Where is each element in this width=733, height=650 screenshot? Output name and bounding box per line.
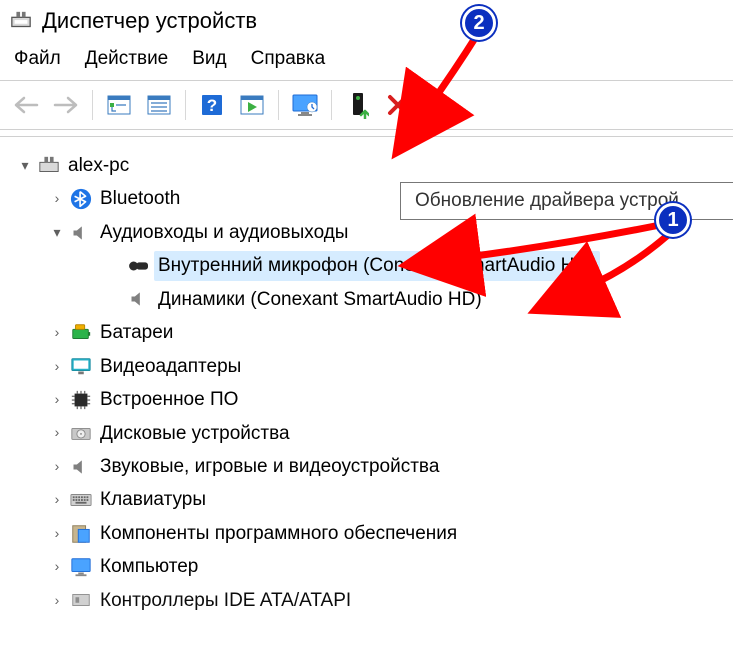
tree-label: Видеоадаптеры <box>100 352 241 381</box>
toolbar-separator <box>185 90 186 120</box>
speaker-icon <box>128 288 150 310</box>
expand-collapse-icon[interactable]: › <box>48 491 66 509</box>
expand-collapse-icon[interactable]: › <box>48 458 66 476</box>
help-button[interactable]: ? <box>192 85 232 125</box>
tree-label: Компоненты программного обеспечения <box>100 519 457 548</box>
controller-icon <box>70 589 92 611</box>
tree-root[interactable]: ▾ alex-pc <box>6 149 727 182</box>
expand-collapse-icon[interactable]: › <box>48 190 66 208</box>
nav-forward-button[interactable] <box>46 85 86 125</box>
microphone-icon <box>128 255 150 277</box>
tree-category-sound-video-game[interactable]: › Звуковые, игровые и видеоустройства <box>6 450 727 483</box>
menubar: Файл Действие Вид Справка <box>0 38 733 80</box>
expand-collapse-icon[interactable]: › <box>48 324 66 342</box>
expand-collapse-icon[interactable]: › <box>48 525 66 543</box>
expand-collapse-icon[interactable]: › <box>48 391 66 409</box>
menu-view[interactable]: Вид <box>192 48 226 70</box>
tree-label: Компьютер <box>100 552 198 581</box>
monitor-icon <box>70 556 92 578</box>
tree-category-audio[interactable]: ▾ Аудиовходы и аудиовыходы <box>6 216 727 249</box>
menu-help[interactable]: Справка <box>251 48 326 70</box>
tree-category-disk-drives[interactable]: › Дисковые устройства <box>6 417 727 450</box>
keyboard-icon <box>70 489 92 511</box>
down-circle-icon <box>426 93 450 117</box>
tree-label: Батареи <box>100 318 173 347</box>
arrow-right-icon <box>53 95 79 115</box>
monitor-icon <box>291 93 319 117</box>
chip-icon <box>70 389 92 411</box>
expand-collapse-icon[interactable]: › <box>48 357 66 375</box>
tree-label: Клавиатуры <box>100 485 206 514</box>
scan-hardware-button[interactable] <box>232 85 272 125</box>
help-icon: ? <box>200 93 224 117</box>
battery-icon <box>70 322 92 344</box>
x-icon <box>386 93 410 117</box>
update-driver-button[interactable] <box>338 85 378 125</box>
tree-category-computer[interactable]: › Компьютер <box>6 550 727 583</box>
window-list-icon <box>146 94 172 116</box>
speaker-icon <box>70 456 92 478</box>
tree-label: Звуковые, игровые и видеоустройства <box>100 452 439 481</box>
tree-item-microphone[interactable]: › Внутренний микрофон (Conexant SmartAud… <box>6 249 727 282</box>
tree-label: Аудиовходы и аудиовыходы <box>100 218 348 247</box>
uninstall-device-button[interactable] <box>378 85 418 125</box>
tree-category-firmware[interactable]: › Встроенное ПО <box>6 383 727 416</box>
arrow-left-icon <box>13 95 39 115</box>
tree-category-keyboards[interactable]: › Клавиатуры <box>6 483 727 516</box>
tree-label: Внутренний микрофон (Conexant SmartAudio… <box>154 251 600 280</box>
monitor-button[interactable] <box>285 85 325 125</box>
toolbar: ? <box>0 80 733 130</box>
display-adapter-icon <box>70 355 92 377</box>
expand-collapse-icon[interactable]: ▾ <box>48 224 66 242</box>
toolbar-separator <box>92 90 93 120</box>
tooltip: Обновление драйвера устрой <box>400 182 733 220</box>
expand-collapse-icon[interactable]: › <box>48 424 66 442</box>
properties-button[interactable] <box>139 85 179 125</box>
tree-label: Динамики (Conexant SmartAudio HD) <box>158 285 482 314</box>
tree-label: alex-pc <box>68 151 129 180</box>
device-manager-icon <box>10 10 32 32</box>
disable-device-button[interactable] <box>418 85 458 125</box>
component-icon <box>70 523 92 545</box>
window-tree-icon <box>106 94 132 116</box>
titlebar: Диспетчер устройств <box>0 0 733 38</box>
tree-category-software-components[interactable]: › Компоненты программного обеспечения <box>6 517 727 550</box>
window-play-icon <box>239 94 265 116</box>
menu-action[interactable]: Действие <box>85 48 169 70</box>
show-hidden-button[interactable] <box>99 85 139 125</box>
tree-category-ide[interactable]: › Контроллеры IDE ATA/ATAPI <box>6 584 727 617</box>
tree-label: Контроллеры IDE ATA/ATAPI <box>100 586 351 615</box>
expand-collapse-icon[interactable]: ▾ <box>16 157 34 175</box>
nav-back-button[interactable] <box>6 85 46 125</box>
tree-label: Дисковые устройства <box>100 419 290 448</box>
svg-text:?: ? <box>207 96 217 115</box>
disk-icon <box>70 422 92 444</box>
tree-item-speakers[interactable]: › Динамики (Conexant SmartAudio HD) <box>6 283 727 316</box>
tree-label: Встроенное ПО <box>100 385 238 414</box>
toolbar-separator <box>331 90 332 120</box>
expand-collapse-icon[interactable]: › <box>48 591 66 609</box>
menu-file[interactable]: Файл <box>14 48 61 70</box>
tree-category-batteries[interactable]: › Батареи <box>6 316 727 349</box>
tree-category-display-adapters[interactable]: › Видеоадаптеры <box>6 350 727 383</box>
expand-collapse-icon[interactable]: › <box>48 558 66 576</box>
update-driver-icon <box>347 91 369 119</box>
computer-root-icon <box>38 155 60 177</box>
bluetooth-icon <box>70 188 92 210</box>
speaker-icon <box>70 222 92 244</box>
tooltip-text: Обновление драйвера устрой <box>415 190 679 211</box>
window-title: Диспетчер устройств <box>42 8 257 34</box>
toolbar-separator <box>278 90 279 120</box>
tree-label: Bluetooth <box>100 184 180 213</box>
